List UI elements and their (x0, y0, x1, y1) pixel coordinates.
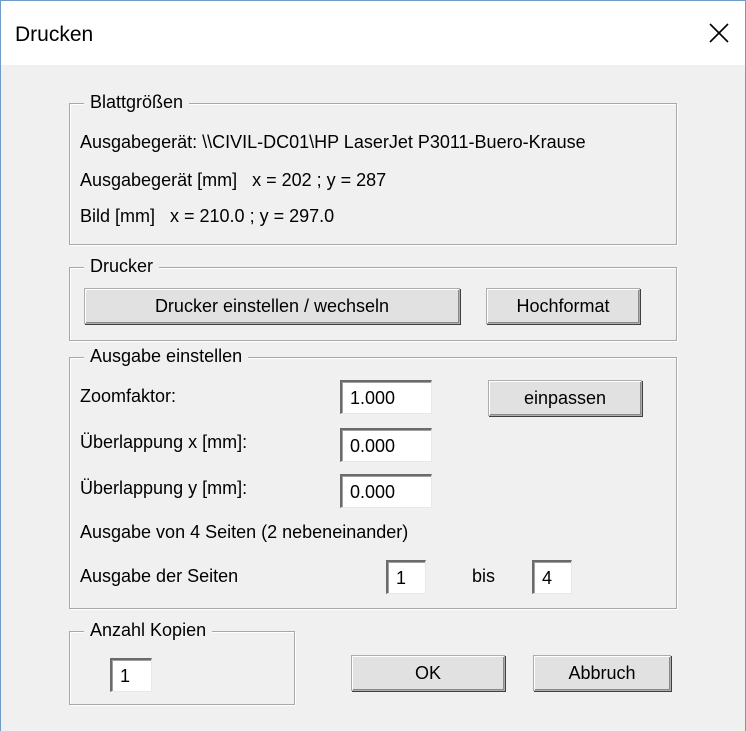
copies-group: Anzahl Kopien 1 (69, 620, 295, 705)
copies-legend: Anzahl Kopien (84, 620, 213, 641)
overlap-y-input[interactable]: 0.000 (340, 474, 432, 508)
overlap-x-input[interactable]: 0.000 (340, 428, 432, 462)
printer-group: Drucker Drucker einstellen / wechseln Ho… (69, 256, 677, 341)
pages-info-text: Ausgabe von 4 Seiten (2 nebeneinander) (80, 522, 409, 542)
cancel-button[interactable]: Abbruch (533, 655, 671, 691)
orientation-button[interactable]: Hochformat (486, 288, 640, 324)
window-title: Drucken (15, 23, 94, 46)
printer-legend: Drucker (84, 256, 160, 277)
zoom-label: Zoomfaktor: (80, 386, 177, 406)
page-to-label: bis (472, 566, 496, 586)
zoom-input[interactable]: 1.000 (340, 380, 432, 414)
print-dialog: Drucken Blattgrößen Ausgabegerät: \\CIVI… (0, 0, 746, 731)
copies-input[interactable]: 1 (110, 658, 152, 692)
page-to-input[interactable]: 4 (532, 560, 572, 594)
output-device-text: Ausgabegerät: \\CIVIL-DC01\HP LaserJet P… (80, 132, 586, 152)
ok-button[interactable]: OK (351, 655, 505, 691)
output-device-mm-text: Ausgabegerät [mm] x = 202 ; y = 287 (80, 170, 387, 190)
overlap-x-label: Überlappung x [mm]: (80, 432, 248, 452)
close-button[interactable] (699, 11, 739, 55)
output-settings-legend: Ausgabe einstellen (84, 346, 249, 367)
fit-button[interactable]: einpassen (488, 380, 642, 416)
dialog-body: Blattgrößen Ausgabegerät: \\CIVIL-DC01\H… (1, 65, 745, 731)
overlap-y-label: Überlappung y [mm]: (80, 478, 248, 498)
paper-sizes-group: Blattgrößen Ausgabegerät: \\CIVIL-DC01\H… (69, 92, 677, 245)
paper-sizes-legend: Blattgrößen (84, 92, 190, 113)
image-mm-text: Bild [mm] x = 210.0 ; y = 297.0 (80, 206, 335, 226)
output-settings-group: Ausgabe einstellen Zoomfaktor: 1.000 ein… (69, 346, 677, 609)
page-from-input[interactable]: 1 (386, 560, 426, 594)
title-bar: Drucken (1, 1, 745, 65)
close-icon (709, 23, 729, 43)
pages-range-label: Ausgabe der Seiten (80, 566, 239, 586)
printer-setup-button[interactable]: Drucker einstellen / wechseln (84, 288, 460, 324)
